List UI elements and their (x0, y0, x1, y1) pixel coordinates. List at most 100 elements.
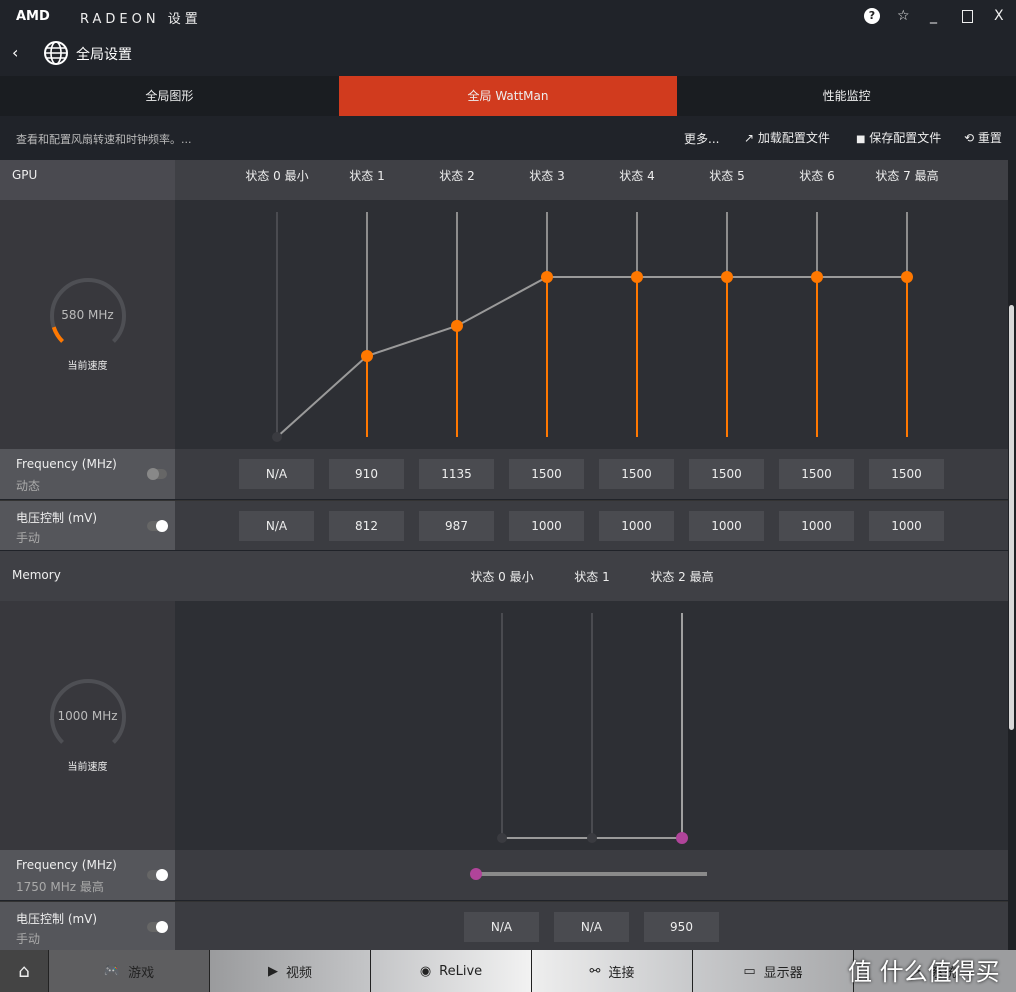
gpu-voltage-label: 电压控制 (mV) (16, 511, 98, 525)
reset-icon: ⟲ (964, 131, 975, 145)
star-icon[interactable]: ☆ (897, 8, 910, 24)
memory-voltage-label: 电压控制 (mV) (16, 912, 98, 926)
load-profile-button[interactable]: ↗ 加载配置文件 (744, 129, 830, 146)
memory-gauge-value: 1000 MHz (57, 709, 118, 723)
maximize-button[interactable] (962, 10, 973, 23)
memory-gauge-panel: 1000 MHz 当前速度 (0, 601, 175, 850)
back-icon[interactable]: ‹ (12, 43, 18, 62)
memory-state-point[interactable] (587, 833, 597, 843)
gpu-state-label: 状态 1 (349, 169, 385, 183)
gpu-state-point[interactable] (272, 432, 282, 442)
share-icon: ↗ (744, 131, 755, 145)
gpu-frequency-input[interactable]: 1500 (869, 459, 944, 489)
tab-performance-monitor[interactable]: 性能监控 (677, 76, 1016, 116)
memory-header-label: Memory (0, 551, 175, 601)
memory-frequency-slider[interactable] (476, 872, 707, 876)
help-icon[interactable]: ? (864, 8, 880, 24)
gpu-frequency-label: Frequency (MHz) (16, 457, 117, 471)
gpu-voltage-input[interactable]: N/A (239, 511, 314, 541)
gpu-voltage-input[interactable]: 1000 (599, 511, 674, 541)
watermark: 值 什么值得买 (848, 958, 1000, 986)
gpu-voltage-input[interactable]: 1000 (869, 511, 944, 541)
gpu-voltage-toggle[interactable] (147, 520, 168, 532)
gpu-voltage-input[interactable]: 1000 (689, 511, 764, 541)
scrollbar-thumb[interactable] (1009, 305, 1014, 730)
bottom-nav-games[interactable]: 🎮 游戏 (49, 950, 210, 992)
memory-frequency-slider-handle[interactable] (470, 868, 482, 880)
memory-voltage-toggle[interactable] (147, 921, 168, 933)
gpu-voltage-input[interactable]: 1000 (509, 511, 584, 541)
gpu-state-point[interactable] (721, 271, 733, 283)
gpu-frequency-input[interactable]: 1500 (509, 459, 584, 489)
gpu-state-point[interactable] (361, 350, 373, 363)
more-button[interactable]: 更多... (684, 130, 719, 147)
memory-state-point[interactable] (497, 833, 507, 843)
description: 查看和配置风扇转速和时钟频率。... (16, 133, 192, 146)
gpu-frequency-input[interactable]: 1500 (599, 459, 674, 489)
app-title: RADEON 设置 (80, 12, 202, 27)
memory-frequency-toggle[interactable] (147, 869, 168, 881)
gpu-voltage-input[interactable]: 812 (329, 511, 404, 541)
memory-voltage-label-panel: 电压控制 (mV) 手动 (0, 901, 175, 950)
globe-icon (44, 41, 68, 65)
gpu-state-label: 状态 3 (529, 169, 565, 183)
gpu-frequency-input[interactable]: 1500 (779, 459, 854, 489)
tab-global-wattman[interactable]: 全局 WattMan (338, 76, 678, 116)
nav-bar: ‹ 全局设置 (0, 35, 1016, 75)
gpu-frequency-toggle[interactable] (147, 468, 167, 480)
save-profile-button[interactable]: ■ 保存配置文件 (856, 129, 941, 146)
bottom-nav-display[interactable]: ▭ 显示器 (693, 950, 854, 992)
memory-voltage-input[interactable]: 950 (644, 912, 719, 942)
gpu-state-label: 状态 4 (619, 169, 655, 183)
gpu-voltage-input[interactable]: 1000 (779, 511, 854, 541)
memory-gauge-label: 当前速度 (67, 762, 108, 773)
bottom-nav-home[interactable]: ⌂ (0, 950, 49, 992)
gpu-state-point[interactable] (811, 271, 823, 283)
bottom-nav-label: 视频 (285, 965, 312, 981)
gpu-title: GPU (12, 168, 38, 182)
memory-state-point[interactable] (676, 832, 688, 844)
memory-state-label: 状态 2 最高 (650, 570, 714, 584)
memory-voltage-input[interactable]: N/A (554, 912, 629, 942)
gpu-state-chart[interactable] (175, 200, 1008, 449)
gpu-frequency-input[interactable]: 1500 (689, 459, 764, 489)
monitor-icon: ▭ (743, 963, 756, 979)
gauge-fill (51, 326, 65, 343)
memory-state-label: 状态 1 (574, 570, 610, 584)
connect-icon: ⚯ (589, 963, 601, 979)
reset-button[interactable]: ⟲ 重置 (964, 129, 1002, 146)
gpu-state-point[interactable] (631, 271, 643, 283)
gpu-state-label: 状态 0 最小 (245, 169, 309, 183)
bottom-nav-relive[interactable]: ◉ ReLive (371, 950, 532, 992)
gpu-voltage-label-panel: 电压控制 (mV) 手动 (0, 500, 175, 550)
memory-voltage-row: N/A N/A 950 (175, 901, 1008, 950)
gpu-state-label: 状态 6 (799, 169, 835, 183)
gpu-state-point[interactable] (451, 319, 463, 332)
toolbar: 查看和配置风扇转速和时钟频率。... 更多... ↗ 加载配置文件 ■ 保存配置… (0, 116, 1016, 160)
gpu-frequency-row: N/A 910 1135 1500 1500 1500 1500 1500 (175, 449, 1008, 499)
gpu-frequency-input[interactable]: 910 (329, 459, 404, 489)
gpu-frequency-input[interactable]: 1135 (419, 459, 494, 489)
memory-frequency-label-panel: Frequency (MHz) 1750 MHz 最高 (0, 850, 175, 900)
bottom-nav-video[interactable]: ▶ 视频 (210, 950, 371, 992)
bottom-nav-connect[interactable]: ⚯ 连接 (532, 950, 693, 992)
memory-voltage-input[interactable]: N/A (464, 912, 539, 942)
tab-global-graphics[interactable]: 全局图形 (0, 76, 339, 116)
close-button[interactable]: X (994, 8, 1004, 24)
gpu-state-label: 状态 7 最高 (875, 169, 939, 183)
load-profile-label: 加载配置文件 (757, 131, 830, 145)
tab-bar: 全局图形 全局 WattMan 性能监控 (0, 76, 1016, 116)
memory-frequency-mode: 1750 MHz 最高 (16, 880, 104, 894)
bottom-nav-label: 显示器 (763, 965, 803, 981)
gpu-voltage-input[interactable]: 987 (419, 511, 494, 541)
memory-state-chart[interactable] (175, 601, 1008, 850)
memory-voltage-mode: 手动 (16, 932, 41, 946)
gpu-state-point[interactable] (901, 271, 913, 283)
page-title: 全局设置 (76, 47, 132, 63)
gpu-state-header: 状态 0 最小 状态 1 状态 2 状态 3 状态 4 状态 5 状态 6 状态 7 最高 (175, 160, 1008, 200)
reset-label: 重置 (977, 131, 1002, 145)
minimize-button[interactable]: _ (930, 8, 937, 24)
gpu-state-point[interactable] (541, 271, 553, 283)
memory-state-label: 状态 0 最小 (470, 570, 534, 584)
gpu-frequency-input[interactable]: N/A (239, 459, 314, 489)
